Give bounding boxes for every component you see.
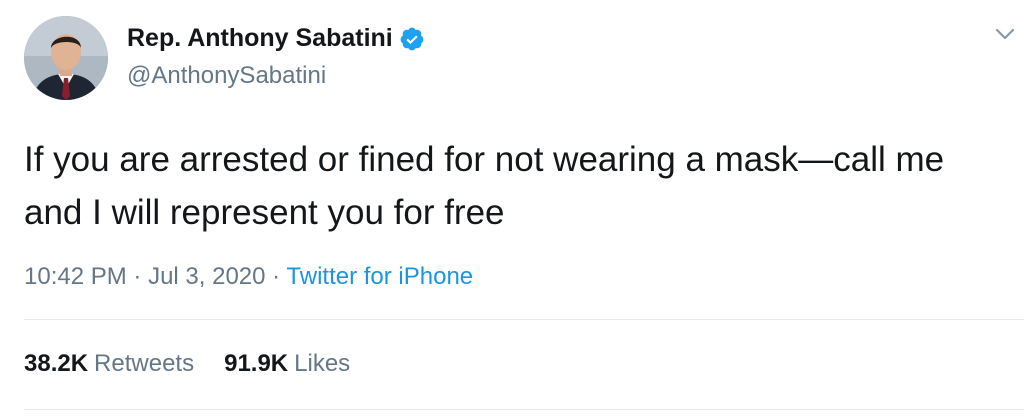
retweets-stat[interactable]: 38.2K Retweets [24, 350, 194, 378]
divider [24, 319, 1024, 320]
retweets-count: 38.2K [24, 350, 89, 377]
tweet-time[interactable]: 10:42 PM [24, 263, 127, 290]
likes-label: Likes [294, 350, 351, 377]
author-name-row[interactable]: Rep. Anthony Sabatini [127, 24, 425, 53]
tweet-meta: 10:42 PM · Jul 3, 2020 · Twitter for iPh… [24, 263, 473, 291]
tweet-date[interactable]: Jul 3, 2020 [148, 263, 265, 290]
divider [24, 409, 1024, 410]
chevron-down-icon[interactable] [994, 26, 1016, 42]
author-display-name[interactable]: Rep. Anthony Sabatini [127, 24, 393, 53]
meta-separator: · [133, 263, 142, 290]
meta-separator: · [272, 263, 281, 290]
likes-stat[interactable]: 91.9K Likes [224, 350, 350, 378]
tweet-source-link[interactable]: Twitter for iPhone [286, 263, 473, 290]
author-handle[interactable]: @AnthonySabatini [127, 62, 326, 90]
tweet-text: If you are arrested or fined for not wea… [24, 140, 945, 232]
retweets-label: Retweets [94, 350, 195, 377]
likes-count: 91.9K [224, 350, 289, 377]
avatar[interactable] [24, 16, 108, 100]
tweet-stats: 38.2K Retweets 91.9K Likes [24, 350, 350, 378]
avatar-image [24, 16, 108, 100]
verified-badge-icon [400, 27, 424, 50]
